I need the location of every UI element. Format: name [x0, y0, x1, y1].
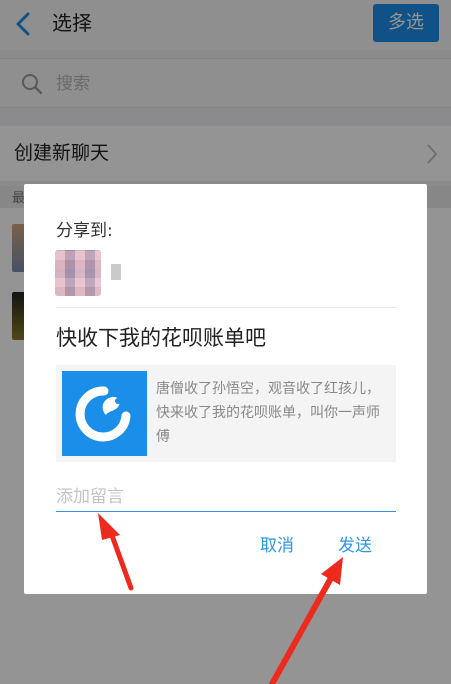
share-dialog: 分享到: 快收下我的花呗账单吧 唐僧收了孙悟空，观音收了红孩儿，快来收了我的花呗… [24, 184, 427, 594]
share-to-label: 分享到: [56, 221, 113, 241]
send-button[interactable]: 发送 [338, 534, 372, 558]
recipient-name [111, 264, 121, 280]
divider [56, 307, 396, 308]
share-card-text: 唐僧收了孙悟空，观音收了红孩儿，快来收了我的花呗账单，叫你一声师傅 [156, 381, 380, 445]
cancel-button[interactable]: 取消 [260, 534, 294, 558]
comment-input[interactable] [56, 482, 396, 512]
recipient-avatar [55, 250, 101, 296]
huabei-logo-icon [62, 371, 147, 456]
share-card: 唐僧收了孙悟空，观音收了红孩儿，快来收了我的花呗账单，叫你一声师傅 [56, 365, 396, 462]
message-title: 快收下我的花呗账单吧 [56, 326, 266, 350]
